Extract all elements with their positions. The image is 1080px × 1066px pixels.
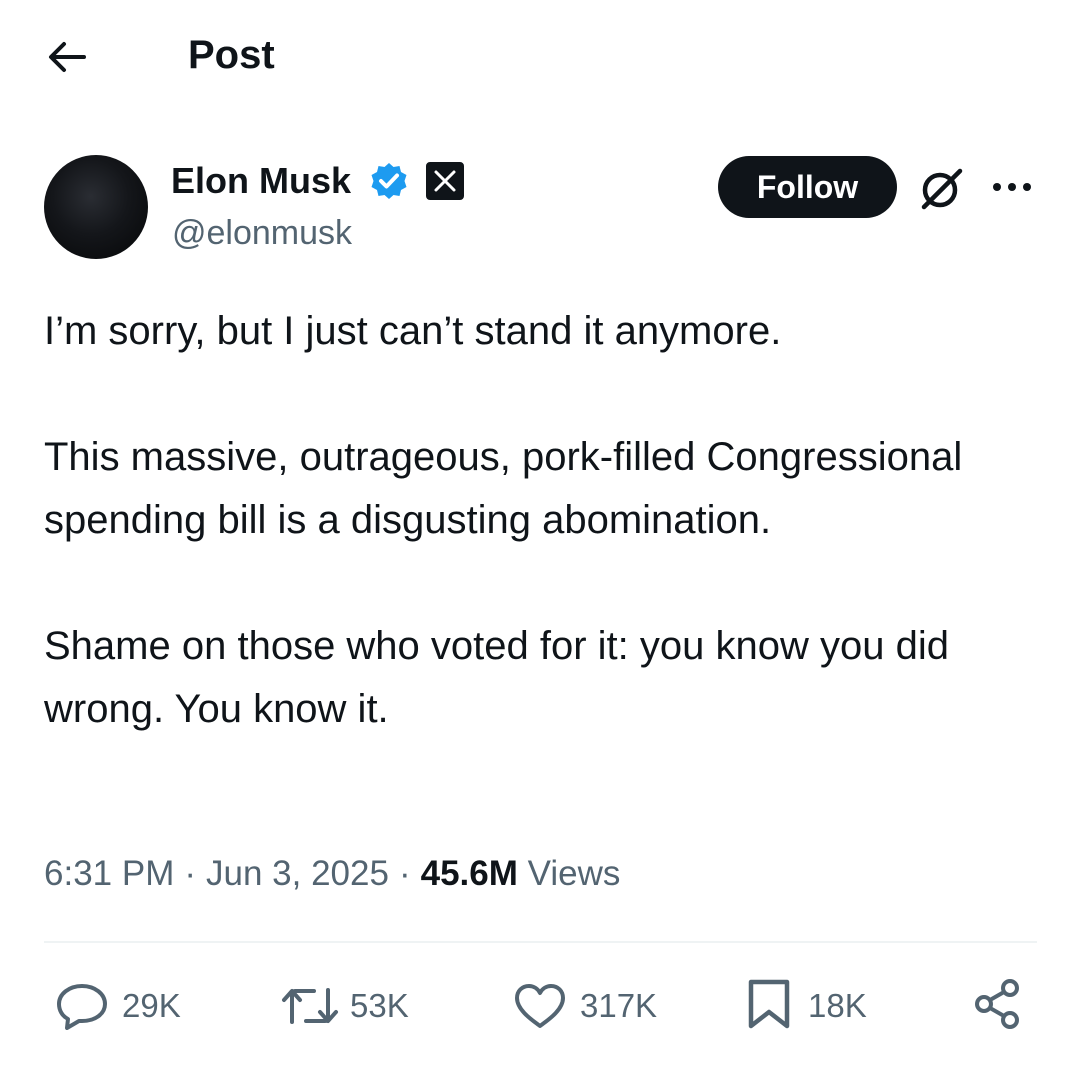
more-horizontal-icon[interactable] xyxy=(990,175,1034,199)
divider xyxy=(44,941,1037,943)
reply-icon xyxy=(57,984,107,1030)
reply-button[interactable]: 29K xyxy=(55,970,205,1042)
x-logo-glyph xyxy=(434,170,456,192)
views-count[interactable]: 45.6M xyxy=(421,854,518,893)
grok-icon[interactable] xyxy=(918,163,968,213)
post-paragraph: This massive, outrageous, pork-filled Co… xyxy=(44,435,963,542)
share-button[interactable] xyxy=(970,970,1026,1042)
arrow-left-icon[interactable] xyxy=(44,34,90,80)
separator: · xyxy=(398,854,411,893)
repost-count: 53K xyxy=(350,987,409,1024)
top-bar: Post xyxy=(0,0,1080,110)
reply-count: 29K xyxy=(122,987,181,1024)
bookmark-button[interactable]: 18K xyxy=(745,970,885,1042)
share-icon xyxy=(975,979,1019,1029)
bookmark-icon xyxy=(748,979,790,1029)
post-date[interactable]: Jun 3, 2025 xyxy=(206,854,389,893)
repost-button[interactable]: 53K xyxy=(280,970,430,1042)
verified-badge-icon xyxy=(371,163,407,199)
author-handle[interactable]: @elonmusk xyxy=(172,212,352,254)
repost-icon xyxy=(282,988,338,1024)
like-button[interactable]: 317K xyxy=(513,970,673,1042)
post-paragraph: Shame on those who voted for it: you kno… xyxy=(44,624,949,731)
follow-button[interactable]: Follow xyxy=(718,156,897,218)
page-title: Post xyxy=(188,33,275,77)
views-label[interactable]: Views xyxy=(528,854,621,893)
action-bar: 29K 53K 317K 18K xyxy=(0,970,1080,1042)
post-time[interactable]: 6:31 PM xyxy=(44,854,174,893)
like-count: 317K xyxy=(580,987,658,1024)
separator: · xyxy=(184,854,197,893)
post-paragraph: I’m sorry, but I just can’t stand it any… xyxy=(44,309,782,353)
post-text: I’m sorry, but I just can’t stand it any… xyxy=(44,300,1034,741)
bookmark-count: 18K xyxy=(808,987,867,1024)
avatar[interactable] xyxy=(44,155,148,259)
post-meta: 6:31 PM · Jun 3, 2025 · 45.6M Views xyxy=(44,848,620,900)
x-logo-icon[interactable] xyxy=(426,162,464,200)
heart-icon xyxy=(515,984,565,1028)
author-name[interactable]: Elon Musk xyxy=(171,160,351,202)
